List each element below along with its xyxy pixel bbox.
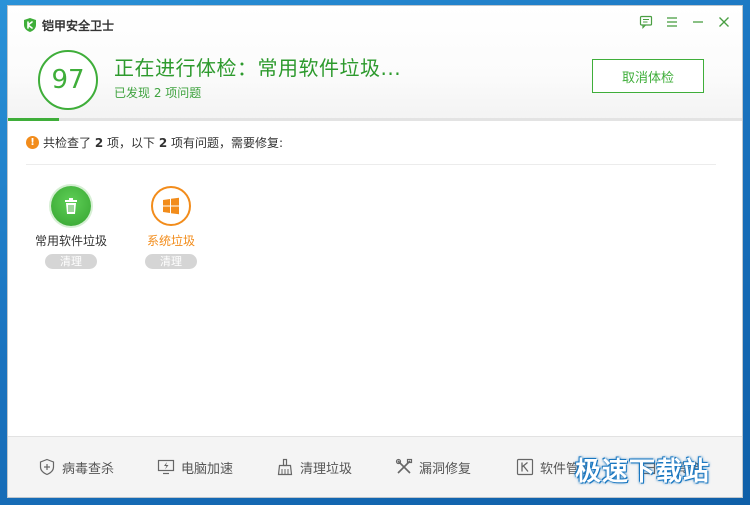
issue-item-common-software-junk[interactable]: 常用软件垃圾 清理 xyxy=(26,186,116,269)
brand: 铠甲安全卫士 xyxy=(22,16,114,34)
k-box-icon xyxy=(516,458,534,476)
window-controls xyxy=(638,14,732,30)
close-icon[interactable] xyxy=(716,14,732,30)
issue-item-system-junk[interactable]: 系统垃圾 清理 xyxy=(126,186,216,269)
shield-icon xyxy=(39,458,55,476)
nav-label: 清理垃圾 xyxy=(300,461,353,477)
app-title: 铠甲安全卫士 xyxy=(42,18,115,33)
health-score: 97 xyxy=(38,50,98,110)
monitor-bolt-icon xyxy=(157,459,175,475)
nav-clean-junk[interactable]: 清理垃圾 xyxy=(276,457,352,477)
header: 铠甲安全卫士 97 正在进行体检：常用软件垃圾... 已发现 2 项问题 取消体… xyxy=(8,6,742,121)
issues-found-text: 已发现 2 项问题 xyxy=(114,86,202,100)
nav-label: 漏洞修复 xyxy=(419,461,472,477)
nav-label: 病毒查杀 xyxy=(62,461,115,477)
clean-button[interactable]: 清理 xyxy=(145,254,197,269)
tools-icon xyxy=(395,458,413,474)
nav-vulnerability-fix[interactable]: 漏洞修复 xyxy=(395,457,471,477)
issue-count: 2 xyxy=(158,135,168,150)
feedback-icon[interactable] xyxy=(638,14,654,30)
nav-pc-speedup[interactable]: 电脑加速 xyxy=(157,457,233,477)
clean-button[interactable]: 清理 xyxy=(45,254,97,269)
checked-count: 2 xyxy=(94,135,104,150)
scan-summary: ! 共检查了 2 项，以下 2 项有问题，需要修复: xyxy=(26,134,283,150)
watermark: 极速下载站 xyxy=(575,457,711,487)
summary-middle: 项，以下 xyxy=(103,135,159,150)
scan-progress-fill xyxy=(8,118,60,121)
nav-label: 电脑加速 xyxy=(181,461,234,477)
windows-icon xyxy=(151,186,191,226)
broom-icon xyxy=(277,458,293,476)
issue-item-label: 系统垃圾 xyxy=(146,234,195,248)
app-window: 铠甲安全卫士 97 正在进行体检：常用软件垃圾... 已发现 2 项问题 取消体… xyxy=(8,6,742,497)
nav-virus-scan[interactable]: 病毒查杀 xyxy=(38,457,114,477)
issue-item-label: 常用软件垃圾 xyxy=(34,234,107,248)
scan-progress-bar xyxy=(8,118,742,121)
app-logo-icon xyxy=(24,18,36,32)
summary-suffix: 项有问题，需要修复: xyxy=(167,135,284,150)
menu-icon[interactable] xyxy=(664,14,680,30)
divider xyxy=(26,164,716,165)
status-title: 正在进行体检：常用软件垃圾... xyxy=(114,56,402,80)
minimize-icon[interactable] xyxy=(690,14,706,30)
cancel-scan-button[interactable]: 取消体检 xyxy=(592,59,704,93)
trash-icon xyxy=(51,186,91,226)
summary-prefix: 共检查了 xyxy=(43,135,95,150)
warning-icon: ! xyxy=(26,135,39,149)
